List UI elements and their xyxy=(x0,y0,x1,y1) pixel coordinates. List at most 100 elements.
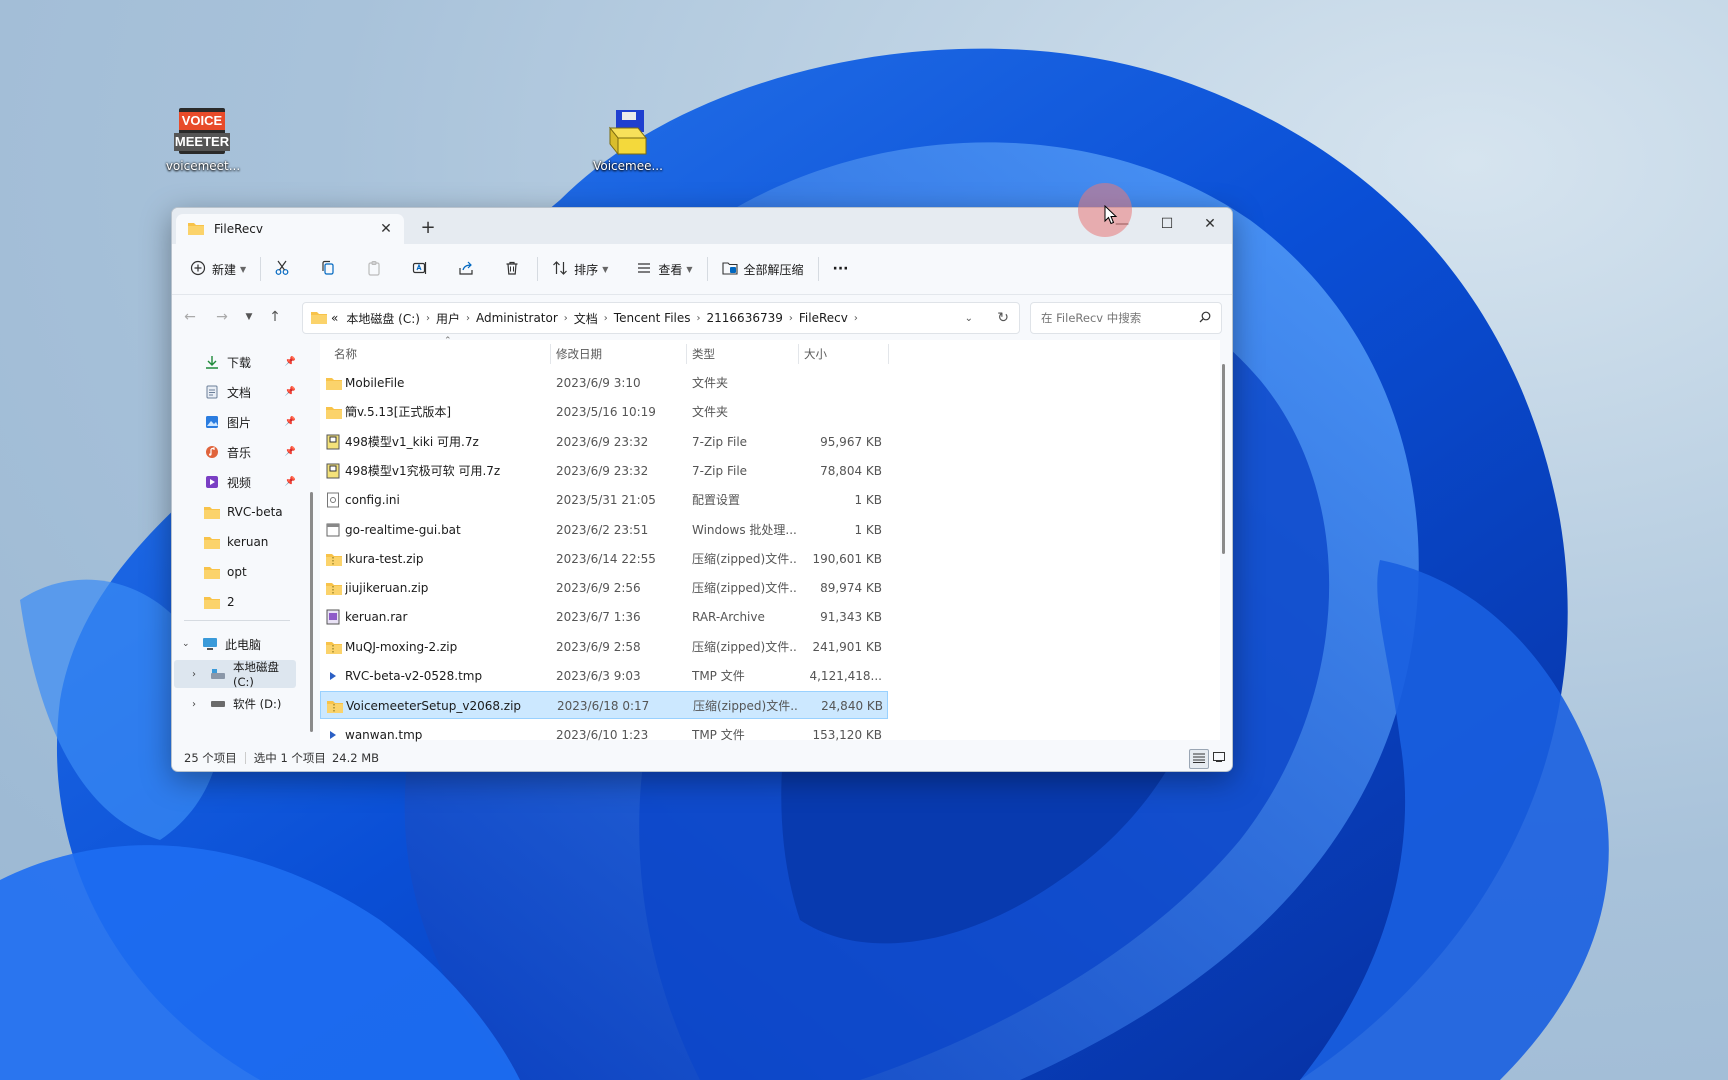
back-arrow-icon[interactable]: ← xyxy=(174,301,206,333)
column-divider[interactable] xyxy=(686,344,687,364)
breadcrumb-local-disk[interactable]: 本地磁盘 (C:) xyxy=(342,310,424,327)
close-button[interactable]: ✕ xyxy=(1188,208,1232,240)
status-bar: 25 个项目 选中 1 个项目 24.2 MB xyxy=(172,746,1232,770)
column-header-type[interactable]: 类型 xyxy=(692,340,792,368)
sidebar-item-opt[interactable]: opt xyxy=(172,558,302,586)
sidebar-item-local-disk-c[interactable]: › 本地磁盘 (C:) xyxy=(174,660,296,689)
file-row[interactable]: Ikura-test.zip 2023/6/14 22:55 压缩(zipped)文… xyxy=(320,545,888,573)
chevron-down-icon: ▼ xyxy=(240,264,247,274)
delete-button[interactable] xyxy=(497,253,527,285)
breadcrumb-tencent-files[interactable]: Tencent Files xyxy=(610,311,695,325)
file-row[interactable]: keruan.rar 2023/6/7 1:36 RAR-Archive 91,343… xyxy=(320,603,888,631)
extract-all-button[interactable]: 全部解压缩 xyxy=(714,253,812,285)
file-row[interactable]: 498模型v1究极可软 可用.7z 2023/6/9 23:32 7-Zip Fil… xyxy=(320,457,888,485)
cut-button[interactable] xyxy=(267,253,297,285)
chevron-right-icon[interactable]: › xyxy=(424,313,432,324)
sidebar-item-music[interactable]: 音乐 📌 xyxy=(172,438,302,466)
column-divider[interactable] xyxy=(550,344,551,364)
tab-close-icon[interactable]: ✕ xyxy=(374,221,398,237)
batch-file-icon xyxy=(326,516,342,544)
chevron-right-icon[interactable]: › xyxy=(192,699,196,710)
column-header-size[interactable]: 大小 xyxy=(804,340,864,368)
search-input[interactable] xyxy=(1039,310,1193,326)
chevron-down-icon[interactable]: ⌄ xyxy=(182,639,190,649)
chevron-right-icon[interactable]: › xyxy=(695,313,703,324)
rename-button[interactable] xyxy=(405,253,435,285)
more-options-button[interactable]: ··· xyxy=(825,253,857,285)
pin-icon[interactable]: 📌 xyxy=(285,357,296,367)
desktop-icon-voicemeeter[interactable]: VOICE MEETER voicemeet... xyxy=(158,108,248,173)
file-explorer-window: FileRecv ✕ + — ☐ ✕ 新建 ▼ xyxy=(171,207,1233,772)
breadcrumb-documents[interactable]: 文档 xyxy=(570,310,602,327)
chevron-right-icon[interactable]: › xyxy=(602,313,610,324)
sidebar-item-2[interactable]: 2 xyxy=(172,588,302,616)
search-icon[interactable] xyxy=(1199,311,1211,326)
share-button[interactable] xyxy=(451,253,481,285)
sidebar-item-keruan[interactable]: keruan xyxy=(172,528,302,556)
copy-button[interactable] xyxy=(313,253,343,285)
file-row[interactable]: RVC-beta-v2-0528.tmp 2023/6/3 9:03 TMP 文件 4… xyxy=(320,662,888,690)
file-date: 2023/6/14 22:55 xyxy=(556,551,656,566)
sort-button[interactable]: 排序 ▼ xyxy=(544,253,616,285)
sidebar-scrollbar[interactable] xyxy=(310,492,313,732)
new-tab-button[interactable]: + xyxy=(414,216,442,240)
new-button[interactable]: 新建 ▼ xyxy=(182,253,254,285)
file-row[interactable]: 498模型v1_kiki 可用.7z 2023/6/9 23:32 7-Zip Fi… xyxy=(320,428,888,456)
file-row[interactable]: jiujikeruan.zip 2023/6/9 2:56 压缩(zipped)文件… xyxy=(320,574,888,602)
file-row[interactable]: 簡v.5.13[正式版本] 2023/5/16 10:19 文件夹 xyxy=(320,398,888,426)
chevron-down-icon: ▼ xyxy=(602,264,609,274)
column-header-date[interactable]: 修改日期 xyxy=(556,340,676,368)
large-icons-view-button[interactable] xyxy=(1210,749,1228,767)
tab-filerecv[interactable]: FileRecv ✕ xyxy=(176,214,404,244)
search-box[interactable] xyxy=(1030,302,1222,334)
chevron-right-icon[interactable]: › xyxy=(464,313,472,324)
sidebar-item-this-pc[interactable]: ⌄ 此电脑 xyxy=(172,630,302,658)
chevron-right-icon[interactable]: › xyxy=(852,313,860,324)
pin-icon[interactable]: 📌 xyxy=(285,417,296,427)
file-date: 2023/6/9 3:10 xyxy=(556,376,641,390)
sidebar-item-downloads[interactable]: 下载 📌 xyxy=(172,348,302,376)
breadcrumb-user-id[interactable]: 2116636739 xyxy=(703,311,787,325)
sidebar-item-rvc-beta[interactable]: RVC-beta xyxy=(172,498,302,526)
desktop-icon-voicemeeter-setup[interactable]: Voicemee... xyxy=(583,108,673,173)
file-size: 95,967 KB xyxy=(820,434,882,449)
forward-arrow-icon[interactable]: → xyxy=(206,301,238,333)
paste-button[interactable] xyxy=(359,253,389,285)
column-divider[interactable] xyxy=(798,344,799,364)
file-row[interactable]: go-realtime-gui.bat 2023/6/2 23:51 Windows… xyxy=(320,516,888,544)
column-divider[interactable] xyxy=(888,344,889,364)
chevron-right-icon[interactable]: › xyxy=(787,313,795,324)
file-row[interactable]: config.ini 2023/5/31 21:05 配置设置 1 KB xyxy=(320,486,888,514)
file-row[interactable]: MuQJ-moxing-2.zip 2023/6/9 2:58 压缩(zipped)… xyxy=(320,633,888,661)
file-type: TMP 文件 xyxy=(692,669,745,683)
recent-locations-chevron-icon[interactable]: ▼ xyxy=(238,301,260,333)
address-dropdown-chevron-icon[interactable]: ⌄ xyxy=(965,313,973,324)
chevron-right-icon[interactable]: › xyxy=(562,313,570,324)
maximize-button[interactable]: ☐ xyxy=(1145,208,1189,240)
sidebar-item-videos[interactable]: 视频 📌 xyxy=(172,468,302,496)
column-header-name[interactable]: 名称 xyxy=(334,340,544,368)
file-type: RAR-Archive xyxy=(692,610,765,625)
refresh-icon[interactable]: ↻ xyxy=(997,310,1009,326)
navigation-bar: ← → ▼ ↑ « 本地磁盘 (C:) › 用户 › Administrator… xyxy=(172,295,1232,339)
view-button[interactable]: 查看 ▼ xyxy=(628,253,700,285)
breadcrumb-users[interactable]: 用户 xyxy=(432,310,464,327)
file-row[interactable]: wanwan.tmp 2023/6/10 1:23 TMP 文件 153,120 KB xyxy=(320,721,888,749)
file-row[interactable]: MobileFile 2023/6/9 3:10 文件夹 xyxy=(320,369,888,397)
sidebar-item-documents[interactable]: 文档 📌 xyxy=(172,378,302,406)
file-size: 89,974 KB xyxy=(820,581,882,596)
address-bar[interactable]: « 本地磁盘 (C:) › 用户 › Administrator › 文档 › … xyxy=(302,302,1020,334)
up-arrow-icon[interactable]: ↑ xyxy=(260,301,290,333)
chevron-right-icon[interactable]: › xyxy=(192,669,196,680)
file-list-scrollbar[interactable] xyxy=(1222,364,1225,554)
details-view-button[interactable] xyxy=(1189,749,1209,769)
pin-icon[interactable]: 📌 xyxy=(285,477,296,487)
pin-icon[interactable]: 📌 xyxy=(285,447,296,457)
sidebar-item-drive-d[interactable]: › 软件 (D:) xyxy=(172,690,302,718)
pin-icon[interactable]: 📌 xyxy=(285,387,296,397)
breadcrumb-filerecv[interactable]: FileRecv xyxy=(795,311,852,325)
breadcrumb-administrator[interactable]: Administrator xyxy=(472,311,562,325)
file-row[interactable]: VoicemeeterSetup_v2068.zip 2023/6/18 0:17… xyxy=(320,691,888,720)
sidebar-item-pictures[interactable]: 图片 📌 xyxy=(172,408,302,436)
breadcrumb-overflow[interactable]: « xyxy=(327,311,342,325)
